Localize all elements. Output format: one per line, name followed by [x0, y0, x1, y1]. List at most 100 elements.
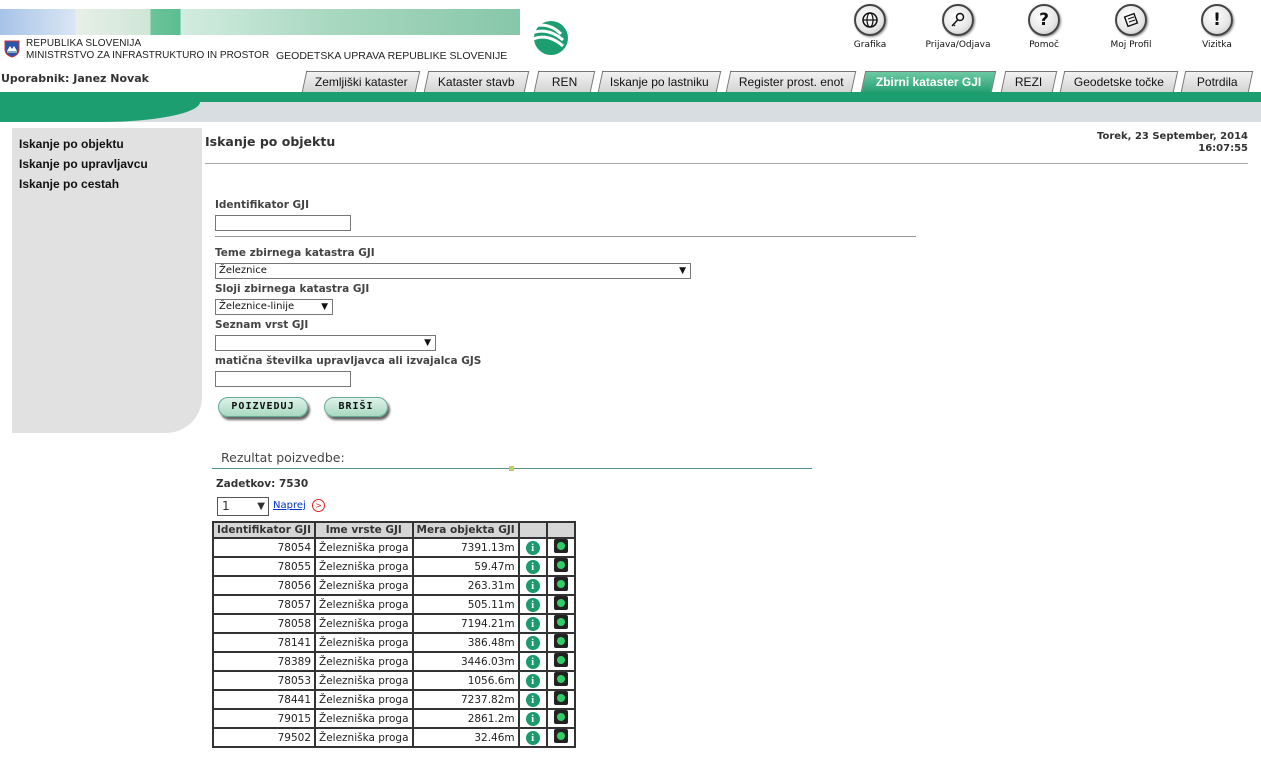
results-count: Zadetkov: 7530: [216, 478, 309, 490]
globe-icon: [854, 4, 886, 36]
tab-ren[interactable]: REN: [533, 71, 596, 92]
next-page-link[interactable]: Naprej: [273, 500, 306, 511]
sloji-select[interactable]: Železnice-linije ▼: [215, 299, 333, 315]
time-label: 16:07:55: [1198, 143, 1248, 154]
map-globe-icon[interactable]: [553, 672, 568, 686]
next-arrow-icon[interactable]: >: [312, 499, 325, 512]
prijava-label: Prijava/Odjava: [925, 40, 991, 50]
tab-label: Zemljiški kataster: [314, 75, 408, 89]
map-cell: [545, 689, 576, 710]
info-icon[interactable]: i: [525, 597, 540, 612]
tab-register-prost-enot[interactable]: Register prost. enot: [725, 71, 857, 92]
info-cell: i: [517, 689, 548, 710]
maticna-input[interactable]: [215, 371, 351, 387]
table-row: 78053 Železniška proga 1056.6m i: [212, 670, 576, 691]
map-globe-icon[interactable]: [553, 577, 568, 591]
info-icon[interactable]: i: [525, 578, 540, 593]
mera-cell: 7194.21m: [411, 613, 520, 634]
tab-kataster-stavb[interactable]: Kataster stavb: [423, 71, 530, 92]
vrste-select[interactable]: ▼: [215, 335, 436, 351]
key-icon: [942, 4, 974, 36]
map-globe-icon[interactable]: [553, 634, 568, 648]
identifikator-cell: 79502: [212, 727, 316, 748]
map-cell: [545, 632, 576, 653]
identifikator-input[interactable]: [215, 215, 351, 231]
identifikator-label: Identifikator GJI: [215, 199, 309, 211]
profile-icon: [1115, 4, 1147, 36]
map-cell: [545, 537, 576, 558]
map-globe-icon[interactable]: [553, 729, 568, 743]
info-icon[interactable]: i: [525, 616, 540, 631]
form-divider: [215, 236, 916, 237]
map-cell: [545, 556, 576, 577]
identifikator-cell: 78141: [212, 632, 316, 653]
grafika-button[interactable]: Grafika: [825, 4, 915, 50]
results-table: Identifikator GJI Ime vrste GJI Mera obj…: [212, 521, 576, 748]
tab-label: Kataster stavb: [438, 75, 515, 89]
mera-cell: 505.11m: [411, 594, 520, 615]
info-icon[interactable]: i: [525, 730, 540, 745]
chevron-down-icon: ▼: [321, 302, 328, 312]
info-icon[interactable]: i: [525, 635, 540, 650]
brisi-button[interactable]: BRIŠI: [324, 397, 388, 417]
ime-vrste-cell: Železniška proga: [314, 594, 414, 615]
tab-label: Zbirni kataster GJI: [875, 75, 982, 89]
info-icon[interactable]: i: [525, 540, 540, 555]
tab-iskanje-po-lastniku[interactable]: Iskanje po lastniku: [597, 71, 722, 92]
identifikator-cell: 78057: [212, 594, 316, 615]
tab-geodetske-tocke[interactable]: Geodetske točke: [1059, 71, 1179, 92]
map-globe-icon[interactable]: [553, 558, 568, 572]
info-icon[interactable]: i: [525, 654, 540, 669]
map-globe-icon[interactable]: [553, 710, 568, 724]
teme-select[interactable]: Železnice ▼: [215, 263, 691, 279]
pomoc-button[interactable]: ? Pomoč: [999, 4, 1089, 50]
tab-zbirni-kataster-gji[interactable]: Zbirni kataster GJI: [860, 71, 997, 92]
tab-label: Potrdila: [1196, 75, 1238, 89]
table-row: 78441 Železniška proga 7237.82m i: [212, 689, 576, 710]
vizitka-button[interactable]: ! Vizitka: [1172, 4, 1261, 50]
map-globe-icon[interactable]: [553, 539, 568, 553]
tab-label: Iskanje po lastniku: [610, 75, 709, 89]
table-row: 79502 Železniška proga 32.46m i: [212, 727, 576, 748]
vrste-label: Seznam vrst GJI: [215, 319, 309, 331]
grafika-label: Grafika: [853, 40, 887, 50]
info-cell: i: [517, 632, 548, 653]
prijava-button[interactable]: Prijava/Odjava: [913, 4, 1003, 50]
info-cell: i: [517, 613, 548, 634]
map-globe-icon[interactable]: [553, 596, 568, 610]
ime-vrste-cell: Železniška proga: [314, 689, 414, 710]
map-cell: [545, 670, 576, 691]
map-globe-icon[interactable]: [553, 653, 568, 667]
profil-button[interactable]: Moj Profil: [1086, 4, 1176, 50]
info-cell: i: [517, 670, 548, 691]
teme-select-value: Železnice: [219, 265, 267, 276]
ime-vrste-cell: Železniška proga: [314, 613, 414, 634]
map-globe-icon[interactable]: [553, 615, 568, 629]
identifikator-cell: 79015: [212, 708, 316, 729]
info-icon[interactable]: i: [525, 673, 540, 688]
info-icon[interactable]: i: [525, 559, 540, 574]
column-header: Mera objekta GJI: [411, 521, 520, 539]
tab-potrdila[interactable]: Potrdila: [1180, 71, 1254, 92]
sidebar-item-iskanje-po-objektu[interactable]: Iskanje po objektu: [19, 137, 124, 151]
tab-rezi[interactable]: REZI: [1000, 71, 1058, 92]
sidebar-item-iskanje-po-upravljavcu[interactable]: Iskanje po upravljavcu: [19, 157, 148, 171]
tab-label: Register prost. enot: [738, 75, 844, 89]
page-select[interactable]: 1 ▼: [217, 497, 269, 516]
mera-cell: 7391.13m: [411, 537, 520, 558]
info-icon[interactable]: i: [525, 692, 540, 707]
profil-label: Moj Profil: [1110, 40, 1152, 50]
ime-vrste-cell: Železniška proga: [314, 537, 414, 558]
sidebar-item-iskanje-po-cestah[interactable]: Iskanje po cestah: [19, 177, 119, 191]
table-header-row: Identifikator GJI Ime vrste GJI Mera obj…: [212, 521, 576, 539]
tab-label: REN: [551, 75, 578, 89]
poizveduj-button[interactable]: POIZVEDUJ: [218, 397, 308, 417]
tab-label: REZI: [1015, 75, 1043, 89]
identifikator-cell: 78055: [212, 556, 316, 577]
tab-label: Geodetske točke: [1073, 75, 1164, 89]
pomoc-label: Pomoč: [1029, 40, 1059, 50]
tab-zemljiski-kataster[interactable]: Zemljiški kataster: [301, 71, 421, 92]
column-header: Identifikator GJI: [212, 521, 316, 539]
info-icon[interactable]: i: [525, 711, 540, 726]
map-globe-icon[interactable]: [553, 691, 568, 705]
